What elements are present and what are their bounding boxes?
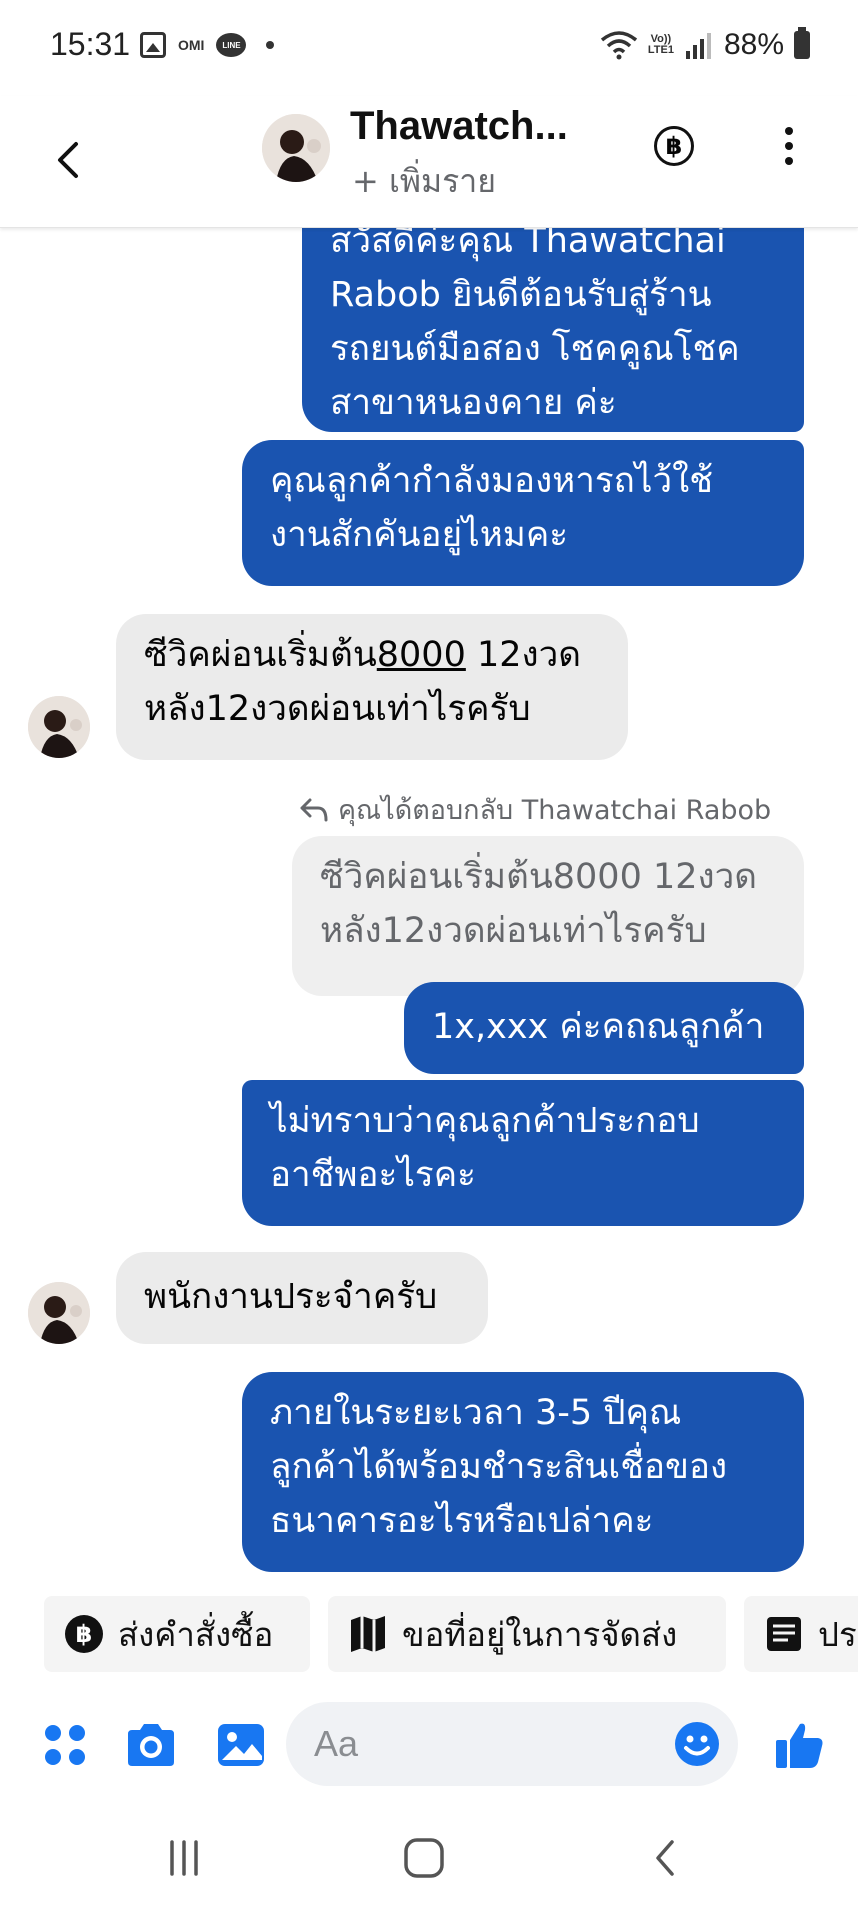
map-icon <box>348 1614 388 1654</box>
camera-icon[interactable] <box>124 1718 178 1772</box>
status-time: 15:31 <box>50 26 131 62</box>
message-input-container[interactable] <box>286 1702 738 1786</box>
contact-name[interactable]: Thawatch... <box>350 104 568 149</box>
system-nav-bar <box>0 1804 858 1907</box>
baht-icon: ฿ <box>64 1614 104 1654</box>
message-input[interactable] <box>314 1718 644 1770</box>
message-bubble-outgoing[interactable]: คุณลูกค้ากำลังมองหารถไว้ใช้ งานสักคันอยู… <box>242 440 804 586</box>
like-icon[interactable] <box>772 1718 826 1772</box>
message-list[interactable]: สวัสดีค่ะคุณ Thawatchai Rabob ยินดีต้อนร… <box>0 228 858 1588</box>
reply-note: คุณได้ตอบกลับ Thawatchai Rabob <box>300 788 771 831</box>
home-icon <box>404 1838 444 1878</box>
more-notifications-icon <box>266 41 275 49</box>
sender-avatar[interactable] <box>28 696 90 758</box>
apps-icon[interactable] <box>38 1718 92 1772</box>
more-icon[interactable] <box>774 118 804 174</box>
system-icons: Vo)) LTE1 88% <box>600 27 810 62</box>
gallery-notification-icon <box>140 32 166 58</box>
sender-avatar[interactable] <box>28 1282 90 1344</box>
contact-avatar[interactable] <box>262 114 330 182</box>
add-nickname-link[interactable]: + เพิ่มราย <box>352 156 496 207</box>
quick-reply-send-order[interactable]: ฿ ส่งคำสั่งซื้อ <box>44 1596 310 1672</box>
reply-icon <box>300 798 328 821</box>
message-bubble-outgoing[interactable]: ภายในระยะเวลา 3-5 ปีคุณ ลูกค้าได้พร้อมชำ… <box>242 1372 804 1572</box>
quoted-message[interactable]: ซีวิคผ่อนเริ่มต้น8000 12งวด หลัง12งวดผ่อ… <box>292 836 804 996</box>
gallery-icon[interactable] <box>214 1718 268 1772</box>
volte-icon: Vo)) LTE1 <box>647 33 674 56</box>
baht-icon[interactable]: ฿ <box>654 126 694 166</box>
recents-icon <box>170 1840 198 1876</box>
avatar-image <box>28 696 90 758</box>
nav-back-icon <box>656 1840 674 1876</box>
svg-text:฿: ฿ <box>76 1620 93 1648</box>
message-composer <box>0 1686 858 1804</box>
document-icon <box>764 1614 804 1654</box>
quick-reply-more[interactable]: ปร <box>744 1596 858 1672</box>
recents-button[interactable] <box>154 1832 214 1884</box>
avatar-image <box>28 1282 90 1344</box>
battery-icon <box>794 27 810 59</box>
line-notification-icon: LINE <box>216 33 247 57</box>
back-button[interactable] <box>44 130 94 190</box>
message-bubble-incoming[interactable]: ซีวิคผ่อนเริ่มต้น8000 12งวด หลัง12งวดผ่อ… <box>116 614 628 760</box>
nav-back-button[interactable] <box>636 1832 696 1884</box>
message-bubble-outgoing[interactable]: สวัสดีค่ะคุณ Thawatchai Rabob ยินดีต้อนร… <box>302 228 804 432</box>
underlined-number-link[interactable]: 8000 <box>377 635 466 675</box>
message-bubble-incoming[interactable]: พนักงานประจำครับ <box>116 1252 488 1344</box>
signal-icon <box>685 33 711 59</box>
omi-notification-icon: OMI <box>178 37 205 53</box>
message-bubble-outgoing[interactable]: ไม่ทราบว่าคุณลูกค้าประกอบ อาชีพอะไรคะ <box>242 1080 804 1226</box>
quick-replies: ฿ ส่งคำสั่งซื้อ ขอที่อยู่ในการจัดส่ง ปร <box>0 1592 858 1678</box>
emoji-icon[interactable] <box>674 1721 720 1767</box>
chat-header: Thawatch... + เพิ่มราย ฿ <box>0 96 858 228</box>
avatar-image <box>262 114 330 182</box>
quick-reply-ask-address[interactable]: ขอที่อยู่ในการจัดส่ง <box>328 1596 726 1672</box>
status-bar: 15:31 OMI LINE Vo)) LTE1 88% <box>0 0 858 96</box>
wifi-icon <box>600 31 637 60</box>
notification-icons: OMI LINE <box>140 32 275 58</box>
back-arrow-icon <box>58 142 78 178</box>
message-bubble-outgoing[interactable]: 1x,xxx ค่ะคถณลูกค้า <box>404 982 804 1074</box>
battery-percent: 88% <box>723 28 784 61</box>
home-button[interactable] <box>394 1832 454 1884</box>
